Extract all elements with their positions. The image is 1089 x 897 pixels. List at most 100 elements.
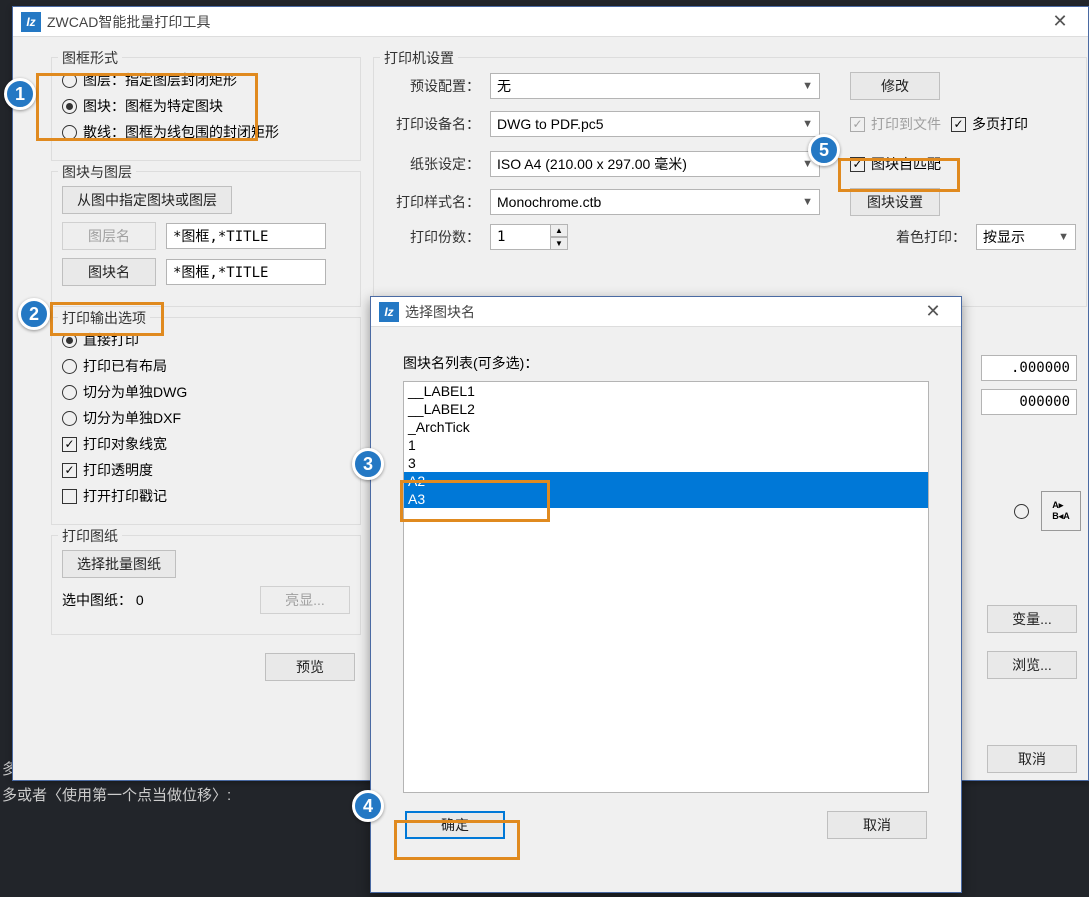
select-batch-button[interactable]: 选择批量图纸 bbox=[62, 550, 176, 578]
right-value-1[interactable]: .000000 bbox=[981, 355, 1077, 381]
copies-label: 打印份数： bbox=[384, 227, 480, 247]
spin-down[interactable]: ▼ bbox=[550, 237, 568, 250]
radio-split-dwg-circle bbox=[62, 385, 77, 400]
radio-split-dxf-circle bbox=[62, 411, 77, 426]
list-item-selected[interactable]: A2 bbox=[404, 472, 928, 490]
shade-print-select[interactable]: 按显示▼ bbox=[976, 224, 1076, 250]
radio-split-dwg-label: 切分为单独DWG bbox=[83, 382, 187, 402]
list-item[interactable]: __LABEL1 bbox=[404, 382, 928, 400]
select-block-dialog: Iz 选择图块名 ✕ 图块名列表(可多选)： __LABEL1 __LABEL2… bbox=[370, 296, 962, 893]
output-opts-group: 打印输出选项 直接打印 打印已有布局 切分为单独DWG 切分为单独DXF 打印对… bbox=[51, 317, 361, 525]
style-select[interactable]: Monochrome.ctb▼ bbox=[490, 189, 820, 215]
check-stamp-box bbox=[62, 489, 77, 504]
annotation-4: 4 bbox=[352, 790, 384, 822]
check-block-automatch-label: 图块自匹配 bbox=[871, 154, 941, 174]
check-transparency-label: 打印透明度 bbox=[83, 460, 153, 480]
shade-print-label: 着色打印： bbox=[896, 227, 966, 247]
radio-direct-print-circle bbox=[62, 333, 77, 348]
print-sheet-legend: 打印图纸 bbox=[58, 526, 122, 546]
specify-block-layer-button[interactable]: 从图中指定图块或图层 bbox=[62, 186, 232, 214]
browse-button[interactable]: 浏览... bbox=[987, 651, 1077, 679]
radio-layer-label: 图层：指定图层封闭矩形 bbox=[83, 70, 237, 90]
block-settings-button[interactable]: 图块设置 bbox=[850, 188, 940, 216]
selected-sheets-count: 0 bbox=[136, 592, 144, 608]
layer-name-input[interactable]: *图框,*TITLE bbox=[166, 223, 326, 249]
radio-layer[interactable]: 图层：指定图层封闭矩形 bbox=[62, 70, 350, 90]
list-item[interactable]: 3 bbox=[404, 454, 928, 472]
chevron-down-icon: ▼ bbox=[1052, 231, 1069, 243]
orientation-radio[interactable] bbox=[1014, 504, 1029, 519]
radio-layer-circle bbox=[62, 73, 77, 88]
modal-cancel-button[interactable]: 取消 bbox=[827, 811, 927, 839]
radio-direct-print-label: 直接打印 bbox=[83, 330, 139, 350]
preview-button[interactable]: 预览 bbox=[265, 653, 355, 681]
radio-block-label: 图块：图框为特定图块 bbox=[83, 96, 223, 116]
right-value-2[interactable]: 000000 bbox=[981, 389, 1077, 415]
frame-style-group: 图框形式 图层：指定图层封闭矩形 图块：图框为特定图块 散线：图框为线包围的封闭… bbox=[51, 57, 361, 161]
variable-button[interactable]: 变量... bbox=[987, 605, 1077, 633]
layer-name-button: 图层名 bbox=[62, 222, 156, 250]
block-list[interactable]: __LABEL1 __LABEL2 _ArchTick 1 3 A2 A3 bbox=[403, 381, 929, 793]
check-line-weight-box bbox=[62, 437, 77, 452]
check-stamp[interactable]: 打开打印戳记 bbox=[62, 486, 350, 506]
chevron-down-icon: ▼ bbox=[796, 118, 813, 130]
paper-select[interactable]: ISO A4 (210.00 x 297.00 毫米)▼ bbox=[490, 151, 820, 177]
orientation-icon[interactable]: A▸B◂A bbox=[1041, 491, 1081, 531]
highlight-button: 亮显... bbox=[260, 586, 350, 614]
check-block-automatch[interactable]: 图块自匹配 bbox=[850, 154, 941, 174]
check-print-to-file: 打印到文件 bbox=[850, 114, 941, 134]
bg-text-2: 多或者〈使用第一个点当做位移〉: bbox=[2, 784, 231, 805]
modify-button[interactable]: 修改 bbox=[850, 72, 940, 100]
annotation-1: 1 bbox=[4, 78, 36, 110]
modal-titlebar: Iz 选择图块名 ✕ bbox=[371, 297, 961, 327]
radio-print-layout[interactable]: 打印已有布局 bbox=[62, 356, 350, 376]
list-item[interactable]: __LABEL2 bbox=[404, 400, 928, 418]
radio-print-layout-label: 打印已有布局 bbox=[83, 356, 167, 376]
app-icon: Iz bbox=[379, 302, 399, 322]
block-name-button[interactable]: 图块名 bbox=[62, 258, 156, 286]
main-close-button[interactable]: ✕ bbox=[1040, 11, 1080, 32]
check-stamp-label: 打开打印戳记 bbox=[83, 486, 167, 506]
frame-style-legend: 图框形式 bbox=[58, 48, 122, 68]
print-sheet-group: 打印图纸 选择批量图纸 选中图纸： 0 亮显... bbox=[51, 535, 361, 635]
spin-up[interactable]: ▲ bbox=[550, 224, 568, 237]
check-multipage[interactable]: 多页打印 bbox=[951, 114, 1028, 134]
chevron-down-icon: ▼ bbox=[796, 196, 813, 208]
chevron-down-icon: ▼ bbox=[796, 80, 813, 92]
block-layer-legend: 图块与图层 bbox=[58, 162, 136, 182]
radio-direct-print[interactable]: 直接打印 bbox=[62, 330, 350, 350]
check-line-weight[interactable]: 打印对象线宽 bbox=[62, 434, 350, 454]
modal-ok-button[interactable]: 确定 bbox=[405, 811, 505, 839]
selected-sheets-label: 选中图纸： bbox=[62, 592, 132, 608]
copies-spinner[interactable]: 1 ▲▼ bbox=[490, 224, 568, 250]
modal-close-button[interactable]: ✕ bbox=[913, 301, 953, 322]
app-icon: Iz bbox=[21, 12, 41, 32]
main-titlebar: Iz ZWCAD智能批量打印工具 ✕ bbox=[13, 7, 1088, 37]
radio-split-dxf-label: 切分为单独DXF bbox=[83, 408, 181, 428]
check-print-to-file-label: 打印到文件 bbox=[871, 114, 941, 134]
radio-split-dxf[interactable]: 切分为单独DXF bbox=[62, 408, 350, 428]
annotation-2: 2 bbox=[18, 298, 50, 330]
radio-split-dwg[interactable]: 切分为单独DWG bbox=[62, 382, 350, 402]
style-label: 打印样式名： bbox=[384, 192, 480, 212]
radio-block-circle bbox=[62, 99, 77, 114]
check-transparency-box bbox=[62, 463, 77, 478]
radio-scatter-circle bbox=[62, 125, 77, 140]
list-item[interactable]: _ArchTick bbox=[404, 418, 928, 436]
main-cancel-button[interactable]: 取消 bbox=[987, 745, 1077, 773]
radio-scatter[interactable]: 散线：图框为线包围的封闭矩形 bbox=[62, 122, 350, 142]
paper-label: 纸张设定： bbox=[384, 154, 480, 174]
check-transparency[interactable]: 打印透明度 bbox=[62, 460, 350, 480]
list-item-selected[interactable]: A3 bbox=[404, 490, 928, 508]
list-item[interactable]: 1 bbox=[404, 436, 928, 454]
block-list-label: 图块名列表(可多选)： bbox=[403, 353, 929, 373]
preset-select[interactable]: 无▼ bbox=[490, 73, 820, 99]
block-layer-group: 图块与图层 从图中指定图块或图层 图层名 *图框,*TITLE 图块名 *图框,… bbox=[51, 171, 361, 307]
radio-print-layout-circle bbox=[62, 359, 77, 374]
radio-block[interactable]: 图块：图框为特定图块 bbox=[62, 96, 350, 116]
device-select[interactable]: DWG to PDF.pc5▼ bbox=[490, 111, 820, 137]
copies-input[interactable]: 1 bbox=[490, 224, 550, 250]
printer-settings-legend: 打印机设置 bbox=[380, 48, 458, 68]
annotation-3: 3 bbox=[352, 448, 384, 480]
block-name-input[interactable]: *图框,*TITLE bbox=[166, 259, 326, 285]
